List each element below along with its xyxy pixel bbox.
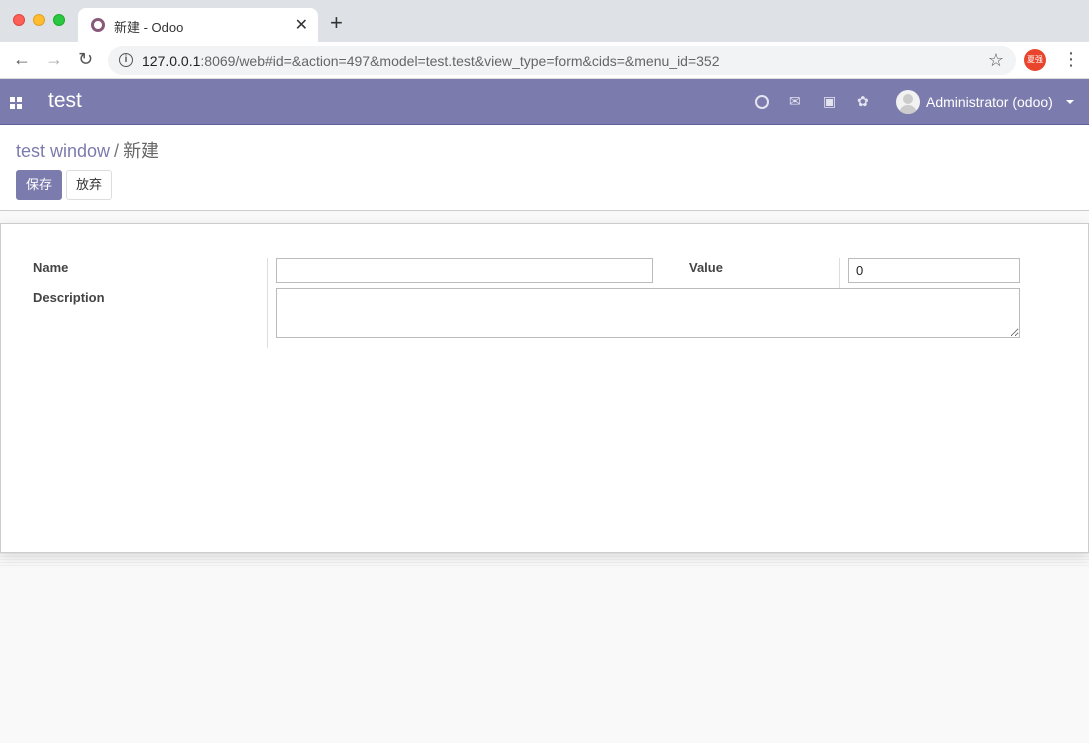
bug-icon[interactable]: ✿ — [857, 93, 869, 109]
browser-menu-icon[interactable]: ⋮ — [1062, 49, 1080, 69]
description-label: Description — [33, 290, 105, 305]
value-label: Value — [689, 260, 723, 275]
browser-toolbar: ← → ↻ i 127.0.0.1:8069/web#id=&action=49… — [0, 42, 1089, 79]
clock-icon[interactable] — [755, 95, 769, 109]
forward-arrow-icon[interactable]: → — [45, 49, 63, 69]
odoo-favicon-icon — [91, 18, 105, 32]
reload-icon[interactable]: ↻ — [78, 49, 93, 69]
breadcrumb: test window / 新建 — [16, 137, 159, 163]
profile-avatar[interactable]: 夏强 — [1024, 49, 1046, 71]
tab-close-icon[interactable]: ✕ — [295, 15, 308, 35]
info-icon[interactable]: i — [119, 53, 133, 67]
breadcrumb-parent-link[interactable]: test window — [16, 141, 110, 161]
save-button[interactable]: 保存 — [16, 170, 62, 200]
name-label: Name — [33, 260, 69, 275]
chat-icon[interactable]: ✉ — [789, 93, 801, 109]
breadcrumb-separator: / — [114, 141, 120, 161]
star-icon[interactable]: ☆ — [988, 50, 1004, 71]
breadcrumb-current: 新建 — [123, 141, 160, 161]
description-textarea[interactable] — [276, 288, 1020, 338]
form-sheet: Name Description Value — [0, 223, 1089, 553]
back-arrow-icon[interactable]: ← — [13, 49, 31, 69]
browser-tabstrip: 新建 - Odoo ✕ + — [0, 0, 1089, 42]
user-avatar — [896, 90, 920, 114]
browser-tab[interactable]: 新建 - Odoo ✕ — [78, 8, 318, 42]
sheet-shadow — [0, 553, 1089, 567]
url-text[interactable]: 127.0.0.1:8069/web#id=&action=497&model=… — [142, 53, 720, 69]
tab-title: 新建 - Odoo — [114, 20, 184, 35]
caret-down-icon — [1066, 100, 1074, 104]
name-input[interactable] — [276, 258, 653, 283]
close-window-button[interactable] — [13, 14, 25, 26]
apps-icon[interactable] — [10, 97, 22, 109]
value-label-divider — [839, 258, 840, 288]
minimize-window-button[interactable] — [33, 14, 45, 26]
maximize-window-button[interactable] — [53, 14, 65, 26]
gift-icon[interactable]: ▣ — [823, 93, 836, 109]
value-input[interactable] — [848, 258, 1020, 283]
discard-button[interactable]: 放弃 — [66, 170, 112, 200]
new-tab-button[interactable]: + — [330, 12, 343, 34]
label-divider — [267, 258, 268, 348]
address-bar[interactable]: i 127.0.0.1:8069/web#id=&action=497&mode… — [108, 46, 1016, 75]
control-panel: test window / 新建 保存 放弃 — [0, 125, 1089, 211]
url-host: 127.0.0.1 — [142, 53, 201, 69]
odoo-navbar: test ✉ ▣ ✿ Administrator (odoo) — [0, 79, 1089, 125]
url-path: :8069/web#id=&action=497&model=test.test… — [200, 53, 720, 69]
user-name: Administrator (odoo) — [926, 94, 1053, 110]
app-brand[interactable]: test — [48, 89, 82, 113]
